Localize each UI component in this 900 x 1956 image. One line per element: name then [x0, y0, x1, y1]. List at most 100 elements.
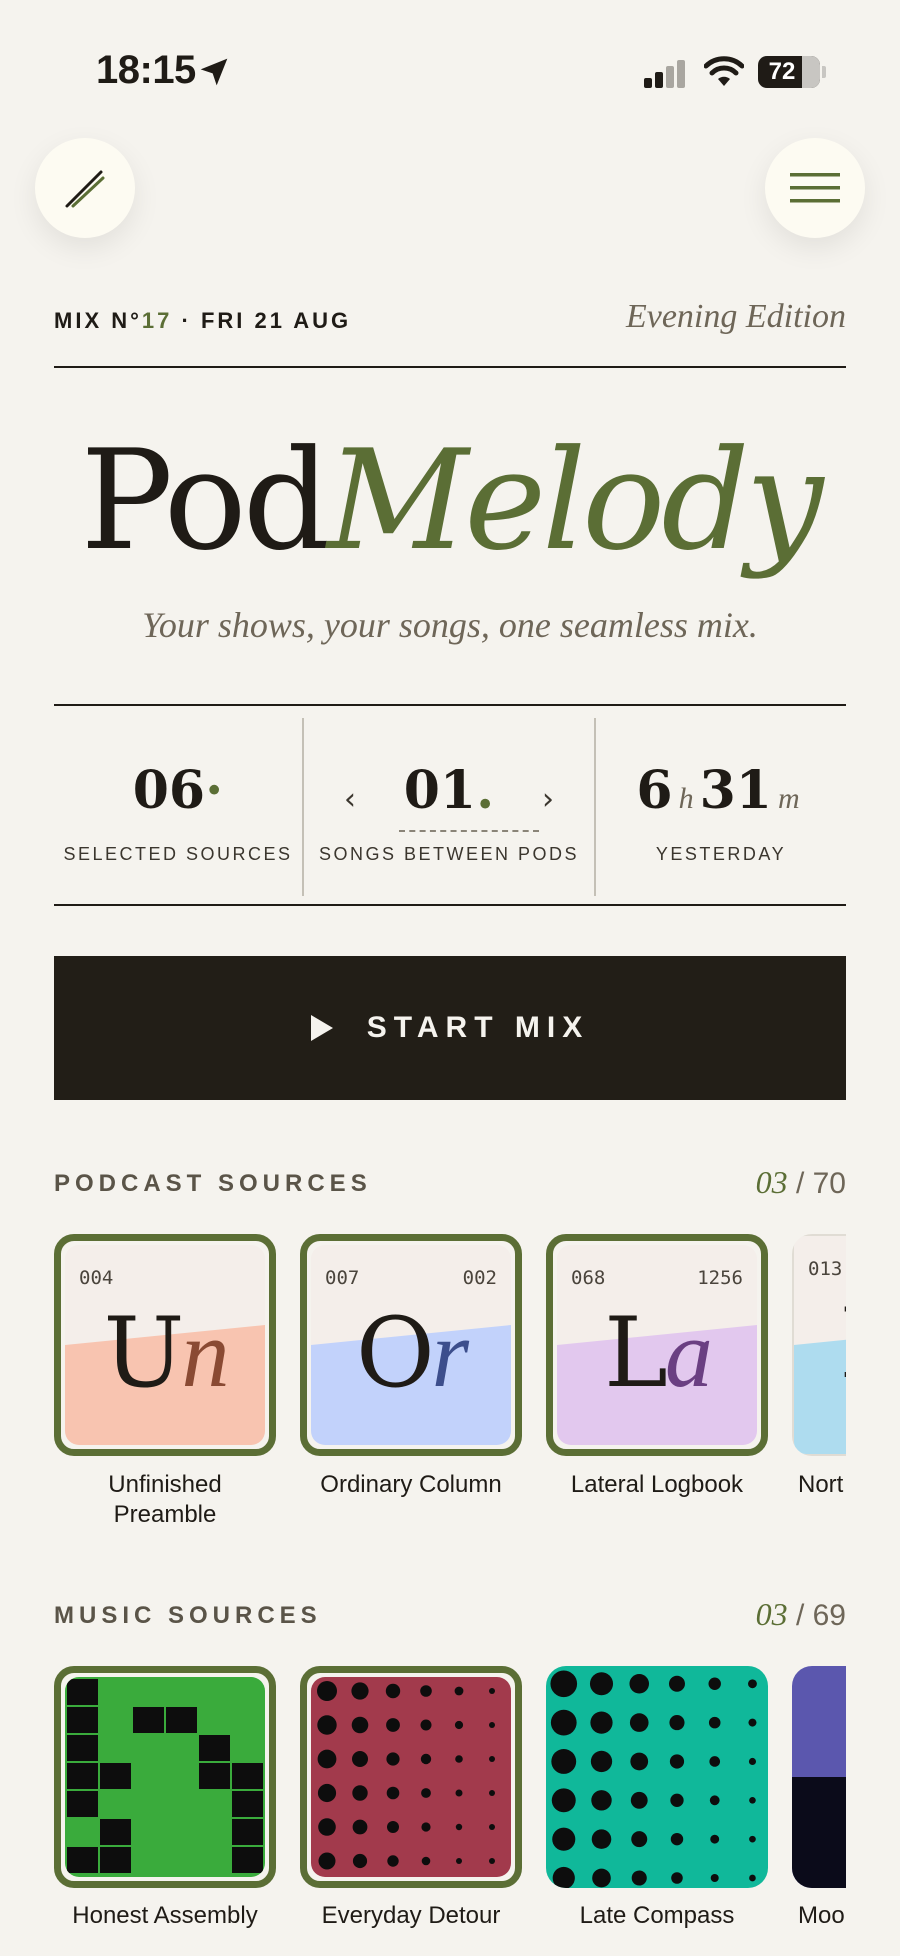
- music-selected-count: 03: [755, 1596, 788, 1632]
- music-source-name: Late Compass: [579, 1902, 735, 1929]
- abbr-initial: L: [604, 1297, 668, 1409]
- abbr-second: n: [181, 1300, 229, 1407]
- pencil-icon: [65, 170, 105, 208]
- status-time: 18:15: [96, 48, 196, 92]
- music-artwork: [792, 1666, 846, 1888]
- podcast-artwork: 007 002 Or: [311, 1245, 511, 1445]
- mix-issue-line: MIX N°17 · FRI 21 AUG: [54, 308, 351, 334]
- artwork-pattern: [317, 1681, 495, 1870]
- podcast-source-name: Nort: [798, 1471, 844, 1498]
- title-pod: Pod: [80, 420, 331, 581]
- app-title: PodMelody: [0, 420, 900, 581]
- battery-level: 72: [768, 58, 796, 85]
- podcast-tile[interactable]: 013 No: [792, 1234, 846, 1456]
- status-bar: 18:15 72: [0, 0, 900, 140]
- location-arrow-icon: [200, 58, 228, 86]
- sources-count: 06: [132, 760, 206, 821]
- music-tile[interactable]: [54, 1666, 276, 1888]
- play-icon: [310, 1015, 333, 1041]
- podcast-artwork: 013 No: [792, 1234, 846, 1456]
- podcast-code-left: 068: [571, 1267, 606, 1289]
- header-divider: [54, 366, 846, 368]
- music-artwork: [65, 1677, 265, 1877]
- artwork-pattern: [792, 1777, 846, 1888]
- mix-label: MIX N°: [54, 308, 142, 333]
- abbr-initial: O: [355, 1297, 435, 1409]
- artwork-pattern: [67, 1679, 263, 1873]
- podcast-sources-heading: PODCAST SOURCES: [54, 1170, 372, 1197]
- increase-songs-button[interactable]: ›: [542, 782, 554, 817]
- music-sources-count: 03 / 69: [756, 1596, 846, 1633]
- music-total-count: / 69: [795, 1599, 846, 1632]
- stats-bottom-divider: [54, 904, 846, 906]
- podcast-total-count: / 70: [795, 1167, 846, 1200]
- music-source-name: Moo: [798, 1902, 845, 1929]
- hours-value: 6: [636, 760, 673, 821]
- podcast-artwork: 004 Un: [65, 1245, 265, 1445]
- music-tile[interactable]: [792, 1666, 846, 1888]
- podcast-source-name: Unfinished Preamble: [108, 1471, 222, 1528]
- music-tile[interactable]: [546, 1666, 768, 1888]
- podcast-source-card[interactable]: 004 Un Unfinished Preamble: [54, 1234, 276, 1530]
- stat-label: YESTERDAY: [655, 844, 787, 864]
- artwork-pattern: [550, 1670, 757, 1888]
- stat-selected-sources[interactable]: 06· SELECTED SOURCES: [54, 706, 302, 906]
- podcast-source-card[interactable]: 068 1256 La Lateral Logbook: [546, 1234, 768, 1500]
- podcast-source-name: Lateral Logbook: [570, 1471, 744, 1498]
- music-source-card[interactable]: Moo: [792, 1666, 846, 1930]
- songs-between-count: 01: [403, 760, 477, 821]
- podcast-code-right: 1256: [697, 1267, 743, 1289]
- stat-yesterday: 6 h 31 m YESTERDAY: [596, 706, 846, 906]
- podcast-abbreviation: Un: [65, 1297, 265, 1409]
- stat-songs-between-pods: ‹ 01. › SONGS BETWEEN PODS: [304, 706, 594, 906]
- start-mix-label: START MIX: [366, 1011, 590, 1044]
- cellular-signal-icon: [644, 60, 688, 88]
- podcast-source-name: Ordinary Column: [320, 1471, 502, 1498]
- music-sources-heading: MUSIC SOURCES: [54, 1602, 322, 1629]
- podcast-source-card[interactable]: 007 002 Or Ordinary Column: [300, 1234, 522, 1500]
- mix-number: 17: [141, 308, 173, 333]
- podcast-abbreviation: Or: [311, 1297, 511, 1409]
- music-source-name: Everyday Detour: [321, 1902, 501, 1929]
- tagline: Your shows, your songs, one seamless mix…: [142, 605, 758, 645]
- battery-icon: 72: [758, 56, 820, 88]
- music-tile[interactable]: [300, 1666, 522, 1888]
- stat-label: SELECTED SOURCES: [63, 844, 293, 864]
- music-source-card[interactable]: Honest Assembly: [54, 1666, 276, 1930]
- podcast-abbreviation: La: [557, 1297, 757, 1409]
- edit-button[interactable]: [35, 138, 135, 238]
- battery-nub: [822, 66, 826, 78]
- stats-row: 06· SELECTED SOURCES ‹ 01. › SONGS BETWE…: [54, 706, 846, 906]
- minutes-value: 31: [699, 760, 772, 821]
- abbr-initial: N: [840, 1288, 846, 1400]
- podcast-code-left: 013: [808, 1258, 843, 1280]
- wifi-icon: [704, 56, 744, 86]
- music-artwork: [311, 1677, 511, 1877]
- abbr-initial: U: [103, 1297, 185, 1409]
- podcast-abbreviation: No: [794, 1288, 846, 1400]
- podcast-source-card[interactable]: 013 No Nort: [792, 1234, 846, 1500]
- menu-button[interactable]: [765, 138, 865, 238]
- title-melody: Melody: [327, 420, 823, 581]
- podcast-code-right: 002: [462, 1267, 497, 1289]
- podcast-code-left: 004: [79, 1267, 114, 1289]
- edition-label: Evening Edition: [625, 298, 846, 335]
- podcast-code-left: 007: [325, 1267, 360, 1289]
- music-source-card[interactable]: Late Compass: [546, 1666, 768, 1930]
- podcast-tile[interactable]: 007 002 Or: [300, 1234, 522, 1456]
- minutes-unit: m: [777, 782, 800, 815]
- podcast-tile[interactable]: 004 Un: [54, 1234, 276, 1456]
- abbr-second: r: [431, 1300, 469, 1407]
- start-mix-button[interactable]: START MIX: [54, 956, 846, 1100]
- podcast-sources-count: 03 / 70: [756, 1164, 846, 1201]
- music-source-name: Honest Assembly: [72, 1902, 258, 1929]
- podcast-tile[interactable]: 068 1256 La: [546, 1234, 768, 1456]
- abbr-second: a: [664, 1300, 713, 1407]
- podcast-sources-list[interactable]: 004 Un Unfinished Preamble 007 002 Or Ordinary…: [54, 1234, 846, 1534]
- podcast-selected-count: 03: [755, 1164, 788, 1200]
- podcast-artwork: 068 1256 La: [557, 1245, 757, 1445]
- music-artwork: [546, 1666, 768, 1888]
- music-source-card[interactable]: Everyday Detour: [300, 1666, 522, 1930]
- hours-unit: h: [678, 782, 694, 815]
- music-sources-list[interactable]: Honest Assembly Everyday Detour Late Compa…: [54, 1666, 846, 1956]
